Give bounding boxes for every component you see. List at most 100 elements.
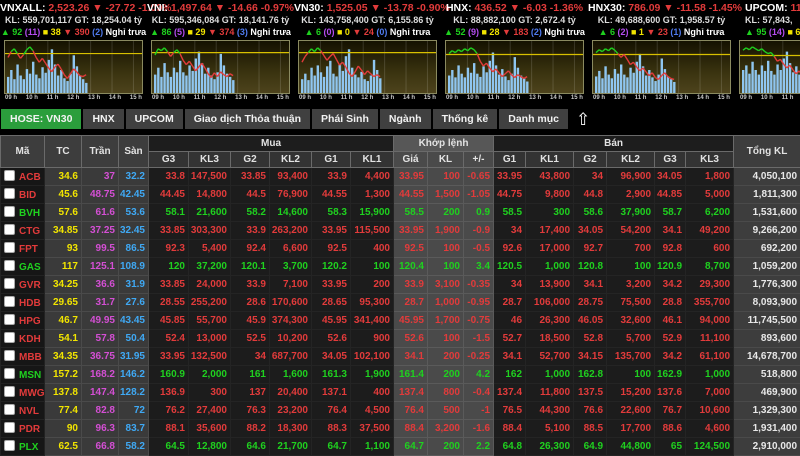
tab-hnx[interactable]: HNX xyxy=(83,109,123,129)
sell-price-2-cell: 44.8 xyxy=(574,186,607,204)
row-checkbox[interactable] xyxy=(4,206,15,217)
row-checkbox[interactable] xyxy=(4,242,15,253)
row-checkbox[interactable] xyxy=(4,224,15,235)
matched-price-cell: 28.7 xyxy=(394,294,428,312)
col-header-buy-g2[interactable]: G2 xyxy=(231,152,270,168)
ticker-symbol[interactable]: MSN xyxy=(19,370,41,381)
col-header-tran[interactable]: Trần xyxy=(82,136,119,168)
matched-change-cell: -1.6 xyxy=(464,420,494,438)
index-name: UPCOM: xyxy=(745,2,791,14)
total-volume-cell: 1,059,200 xyxy=(734,258,800,276)
table-row: HDB29.6531.727.628.55255,20028.6170,6002… xyxy=(1,294,800,312)
sell-price-3-cell: 120.9 xyxy=(655,258,686,276)
sell-price-1-cell: 34 xyxy=(494,222,526,240)
ticker-symbol[interactable]: ACB xyxy=(19,172,41,183)
ticker-symbol[interactable]: FPT xyxy=(19,244,38,255)
tab-ng-nh[interactable]: Ngành xyxy=(380,109,431,129)
sell-volume-3-cell: 1,800 xyxy=(686,168,734,186)
col-header-buy-kl2[interactable]: KL2 xyxy=(270,152,312,168)
col-header-buy-g3[interactable]: G3 xyxy=(149,152,189,168)
matched-volume-cell: 500 xyxy=(428,402,464,420)
index-breadth-line: ▲ 92 (11) ■ 38 ▼ 390 (2) Nghỉ trưa xyxy=(0,26,147,38)
index-change-percent: -0.97% xyxy=(258,2,294,14)
sell-volume-3-cell: 124,500 xyxy=(686,438,734,456)
ticker-symbol[interactable]: BID xyxy=(19,190,36,201)
row-checkbox[interactable] xyxy=(4,170,15,181)
ticker-symbol[interactable]: KDH xyxy=(19,334,41,345)
col-header-sell-kl2[interactable]: KL2 xyxy=(607,152,655,168)
col-header-ma[interactable]: Mã xyxy=(1,136,45,168)
index-volume-line: KL: 143,758,400 GT: 6,155.86 tỷ xyxy=(294,15,441,26)
col-header-tc[interactable]: TC xyxy=(45,136,82,168)
row-checkbox[interactable] xyxy=(4,368,15,379)
row-checkbox[interactable] xyxy=(4,260,15,271)
ticker-symbol[interactable]: PLX xyxy=(19,442,38,453)
tab-th-ng-k[interactable]: Thống kê xyxy=(433,109,498,129)
row-checkbox[interactable] xyxy=(4,278,15,289)
row-checkbox[interactable] xyxy=(4,314,15,325)
collapse-panels-arrow-icon[interactable]: ⇧ xyxy=(576,111,590,128)
ticker-symbol[interactable]: CTG xyxy=(19,226,40,237)
col-header-sell-g2[interactable]: G2 xyxy=(574,152,607,168)
ticker-symbol[interactable]: MWG xyxy=(19,388,45,399)
row-checkbox[interactable] xyxy=(4,386,15,397)
floor-price-cell: 32.2 xyxy=(119,168,149,186)
table-row: PLX62.566.858.264.512,80064.621,70064.71… xyxy=(1,438,800,456)
tab-upcom[interactable]: UPCOM xyxy=(126,109,183,129)
col-header-sell-g1[interactable]: G1 xyxy=(494,152,526,168)
floor-count: (0) xyxy=(374,27,388,37)
ticker-cell: PDR xyxy=(1,420,45,438)
sell-price-2-cell: 34.15 xyxy=(574,348,607,366)
ticker-symbol[interactable]: GAS xyxy=(19,262,41,273)
time-tick-label: 13 h xyxy=(382,94,394,102)
sell-price-3-cell: 34.05 xyxy=(655,168,686,186)
col-header-sell-kl1[interactable]: KL1 xyxy=(526,152,574,168)
matched-change-cell: -0.5 xyxy=(464,240,494,258)
ticker-symbol[interactable]: PDR xyxy=(19,424,40,435)
time-tick-label: 09 h xyxy=(446,94,458,102)
index-chart-frame xyxy=(739,40,800,94)
row-checkbox[interactable] xyxy=(4,350,15,361)
col-header-buy-kl1[interactable]: KL1 xyxy=(351,152,394,168)
col-header-total-volume[interactable]: Tổng KL xyxy=(734,136,800,168)
buy-volume-2-cell: 3,700 xyxy=(270,258,312,276)
buy-volume-3-cell: 37,200 xyxy=(189,258,231,276)
ticker-symbol[interactable]: HPG xyxy=(19,316,41,327)
matched-change-cell: 3.4 xyxy=(464,258,494,276)
tab-giao-d-ch-th-a-thu-n[interactable]: Giao dịch Thỏa thuận xyxy=(185,109,310,129)
buy-price-2-cell: 33.9 xyxy=(231,276,270,294)
reference-price-cell: 90 xyxy=(45,420,82,438)
ticker-symbol[interactable]: NVL xyxy=(19,406,39,417)
sell-volume-1-cell: 17,000 xyxy=(526,240,574,258)
col-header-san[interactable]: Sàn xyxy=(119,136,149,168)
col-header-sell-kl3[interactable]: KL3 xyxy=(686,152,734,168)
col-header-matched-change[interactable]: +/- xyxy=(464,152,494,168)
sell-volume-3-cell: 355,700 xyxy=(686,294,734,312)
sell-price-1-cell: 120.5 xyxy=(494,258,526,276)
ticker-symbol[interactable]: GVR xyxy=(19,280,41,291)
tab-danh-m-c[interactable]: Danh mục xyxy=(499,109,568,129)
matched-price-cell: 44.55 xyxy=(394,186,428,204)
row-checkbox[interactable] xyxy=(4,440,15,451)
row-checkbox[interactable] xyxy=(4,404,15,415)
tab-ph-i-sinh[interactable]: Phái Sinh xyxy=(312,109,378,129)
col-header-buy-kl3[interactable]: KL3 xyxy=(189,152,231,168)
reference-price-cell: 57.6 xyxy=(45,204,82,222)
row-checkbox[interactable] xyxy=(4,332,15,343)
total-volume-cell: 14,678,700 xyxy=(734,348,800,366)
sell-price-1-cell: 76.5 xyxy=(494,402,526,420)
col-header-matched-volume[interactable]: KL xyxy=(428,152,464,168)
ticker-symbol[interactable]: BVH xyxy=(19,208,40,219)
row-checkbox[interactable] xyxy=(4,422,15,433)
reference-price-cell: 45.6 xyxy=(45,186,82,204)
ticker-symbol[interactable]: HDB xyxy=(19,298,41,309)
col-header-sell-g3[interactable]: G3 xyxy=(655,152,686,168)
col-header-buy-g1[interactable]: G1 xyxy=(312,152,351,168)
row-checkbox[interactable] xyxy=(4,296,15,307)
col-header-matched-price[interactable]: Giá xyxy=(394,152,428,168)
tab-hose-vn30[interactable]: HOSE: VN30 xyxy=(1,109,81,129)
ticker-symbol[interactable]: MBB xyxy=(19,352,42,363)
row-checkbox[interactable] xyxy=(4,188,15,199)
index-value: 112 xyxy=(791,2,800,14)
time-tick-label: 11 h xyxy=(341,94,353,102)
